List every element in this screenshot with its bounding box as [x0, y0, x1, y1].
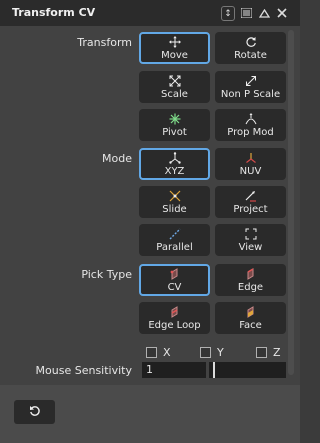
mouse-sensitivity-slider[interactable] [209, 362, 286, 378]
menu-icon[interactable] [238, 5, 254, 21]
non-p-scale-label: Non P Scale [220, 89, 281, 100]
xyz-button[interactable]: XYZ [139, 148, 210, 180]
axis-x-checkbox[interactable] [146, 347, 157, 358]
rotate-label: Rotate [234, 50, 267, 61]
collapse-icon[interactable] [256, 5, 272, 21]
cv-icon [141, 268, 208, 280]
move-button[interactable]: Move [139, 32, 210, 64]
non-p-scale-icon [215, 75, 286, 86]
edge-loop-label: Edge Loop [148, 320, 201, 331]
prop-mod-icon [215, 113, 286, 125]
axis-z-checkbox[interactable] [256, 347, 267, 358]
pivot-label: Pivot [162, 127, 187, 138]
pivot-button[interactable]: Pivot [139, 109, 210, 141]
axis-z-label: Z [273, 346, 281, 359]
transform-cv-panel: Transform CV ↕ Transform Move Rotate Sca… [0, 0, 300, 443]
slider-handle[interactable] [213, 362, 215, 378]
non-p-scale-button[interactable]: Non P Scale [215, 71, 286, 103]
transform-label: Transform [77, 36, 132, 49]
mode-label: Mode [102, 152, 132, 165]
move-label: Move [161, 50, 188, 61]
close-icon[interactable] [274, 5, 290, 21]
project-icon [215, 190, 286, 202]
slide-label: Slide [162, 204, 187, 215]
dock-icon[interactable]: ↕ [221, 6, 235, 21]
scale-button[interactable]: Scale [139, 71, 210, 103]
xyz-icon [141, 152, 208, 164]
edge-loop-icon [139, 306, 210, 318]
axis-y-checkbox[interactable] [200, 347, 211, 358]
prop-mod-button[interactable]: Prop Mod [215, 109, 286, 141]
rotate-button[interactable]: Rotate [215, 32, 286, 64]
axis-y-label: Y [217, 346, 224, 359]
project-button[interactable]: Project [215, 186, 286, 218]
prop-mod-label: Prop Mod [227, 127, 274, 138]
rotate-icon [215, 36, 286, 47]
cv-button[interactable]: CV [139, 264, 210, 296]
face-button[interactable]: Face [215, 302, 286, 334]
reset-button[interactable] [14, 400, 55, 424]
slide-button[interactable]: Slide [139, 186, 210, 218]
reset-icon [29, 405, 41, 420]
face-icon [215, 306, 286, 318]
axis-x-label: X [163, 346, 171, 359]
mouse-sensitivity-field[interactable]: 1 [142, 362, 206, 378]
scrollbar[interactable] [288, 30, 294, 375]
parallel-button[interactable]: Parallel [139, 224, 210, 256]
window-title: Transform CV [12, 6, 96, 19]
nuv-label: NUV [239, 166, 262, 177]
xyz-label: XYZ [164, 166, 185, 177]
project-label: Project [233, 204, 268, 215]
nuv-button[interactable]: NUV [215, 148, 286, 180]
scale-icon [139, 75, 210, 87]
parallel-label: Parallel [156, 242, 193, 253]
scale-label: Scale [161, 89, 188, 100]
view-icon [215, 228, 286, 240]
edge-loop-button[interactable]: Edge Loop [139, 302, 210, 334]
pick-type-label: Pick Type [81, 268, 132, 281]
parallel-icon [139, 228, 210, 240]
edge-button[interactable]: Edge [215, 264, 286, 296]
edge-icon [215, 268, 286, 280]
face-label: Face [239, 320, 262, 331]
view-button[interactable]: View [215, 224, 286, 256]
mouse-sensitivity-label: Mouse Sensitivity [35, 364, 132, 377]
mouse-sensitivity-value: 1 [146, 363, 153, 376]
move-icon [141, 36, 208, 48]
slide-icon [139, 190, 210, 202]
pivot-icon [139, 113, 210, 125]
title-bar: Transform CV ↕ [0, 0, 300, 26]
edge-label: Edge [237, 282, 264, 293]
view-label: View [238, 242, 263, 253]
nuv-icon [215, 152, 286, 163]
cv-label: CV [167, 282, 182, 293]
